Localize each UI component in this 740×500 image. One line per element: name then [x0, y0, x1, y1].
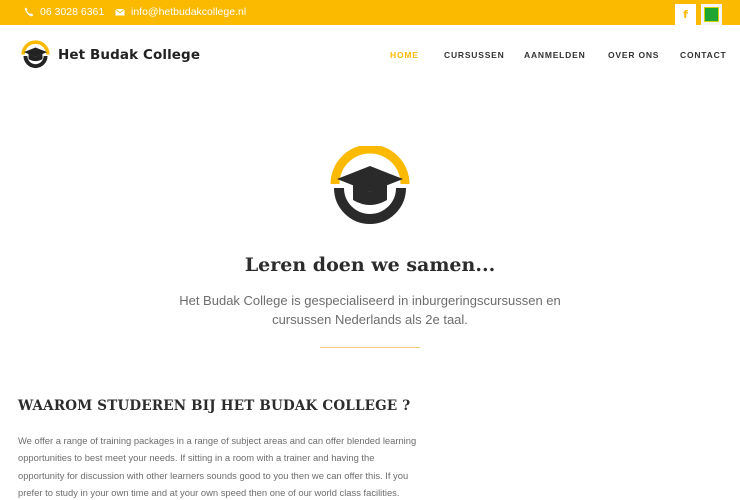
- hero-title: Leren doen we samen...: [244, 254, 496, 276]
- graduation-cap-logo-icon: [21, 40, 50, 69]
- phone-icon: [24, 7, 34, 17]
- divider: [320, 347, 420, 348]
- nav-over-ons[interactable]: OVER ONS: [608, 50, 659, 60]
- site-logo[interactable]: Het Budak College: [20, 39, 200, 70]
- facebook-glyph: f: [683, 8, 688, 21]
- email-contact[interactable]: info@hetbudakcollege.nl: [115, 6, 246, 18]
- phone-number: 06 3028 6361: [40, 6, 105, 18]
- green-badge-icon: [704, 7, 719, 22]
- site-header: Het Budak College HOME CURSUSSEN AANMELD…: [0, 25, 740, 83]
- section-body-text: We offer a range of training packages in…: [18, 435, 417, 498]
- email-address: info@hetbudakcollege.nl: [131, 6, 247, 18]
- logo-text: Het Budak College: [58, 46, 201, 63]
- hero-subtitle: Het Budak College is gespecialiseerd in …: [179, 293, 561, 327]
- nav-aanmelden[interactable]: AANMELDEN: [524, 50, 586, 60]
- hero-graduation-cap-icon: [330, 146, 410, 224]
- social-badge-icon[interactable]: [701, 4, 722, 25]
- top-bar: 06 3028 6361 info@hetbudakcollege.nl f: [0, 0, 740, 25]
- facebook-icon[interactable]: f: [675, 4, 696, 25]
- nav-contact[interactable]: CONTACT: [680, 50, 727, 60]
- nav-cursussen[interactable]: CURSUSSEN: [444, 50, 505, 60]
- section-heading: WAAROM STUDEREN BIJ HET BUDAK COLLEGE ?: [18, 398, 411, 414]
- envelope-icon: [115, 8, 125, 16]
- phone-contact[interactable]: 06 3028 6361: [24, 6, 104, 18]
- nav-home[interactable]: HOME: [390, 50, 419, 60]
